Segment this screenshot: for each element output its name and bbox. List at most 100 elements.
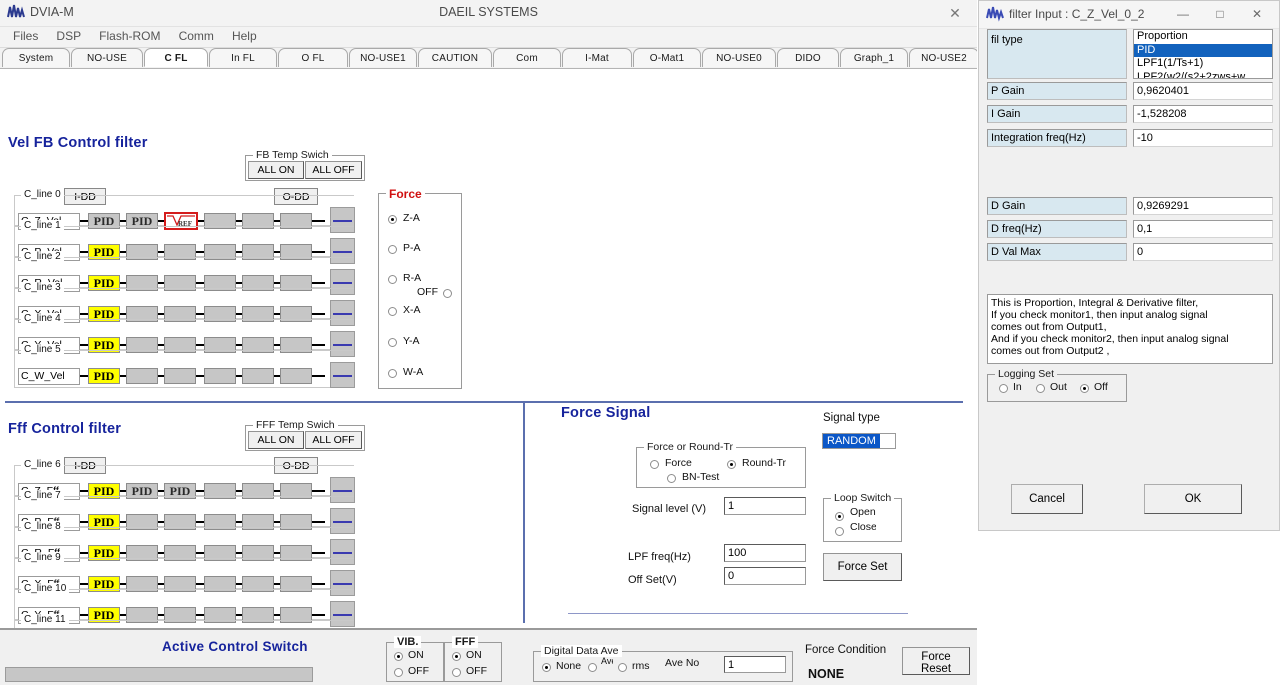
force-reset-button[interactable]: Force Reset <box>902 647 970 675</box>
fff-all-on-button[interactable]: ALL ON <box>248 431 304 449</box>
active-control-switch-bar <box>5 667 313 682</box>
logging-label-in: In <box>1013 381 1022 393</box>
dialog-title: filter Input : C_Z_Vel_0_2 <box>1009 7 1145 21</box>
force-radio-w-a[interactable] <box>388 369 397 378</box>
vel-row-5-name[interactable]: C_W_Vel <box>18 368 80 385</box>
filter-input-dialog: filter Input : C_Z_Vel_0_2 — □ ✕ fil typ… <box>978 0 1280 531</box>
dda-radio-rms[interactable] <box>618 663 627 672</box>
d-gain-input[interactable]: 0,9269291 <box>1133 197 1273 215</box>
mode-radio-round-tr[interactable] <box>727 460 736 469</box>
tab-dido[interactable]: DIDO <box>777 48 839 67</box>
logging-radio-out[interactable] <box>1036 384 1045 393</box>
vel-row-5-block-0[interactable]: PID <box>88 368 120 384</box>
ok-button[interactable]: OK <box>1144 484 1242 514</box>
d-freq-label: D freq(Hz) <box>987 220 1127 238</box>
vib-radio-off[interactable] <box>394 668 403 677</box>
tab-no-use0[interactable]: NO-USE0 <box>702 48 776 67</box>
i-gain-input[interactable]: -1,528208 <box>1133 105 1273 123</box>
signal-type-dropdown[interactable]: RANDOM <box>822 433 896 449</box>
dialog-close-icon[interactable]: ✕ <box>1239 4 1275 25</box>
fff-radio-on[interactable] <box>452 652 461 661</box>
tab-no-use2[interactable]: NO-USE2 <box>909 48 977 67</box>
d-freq-input[interactable]: 0,1 <box>1133 220 1273 238</box>
mode-radio-force[interactable] <box>650 460 659 469</box>
tab-strip: System NO-USE C FL In FL O FL NO-USE1 CA… <box>0 48 977 69</box>
loop-radio-open[interactable] <box>835 512 844 521</box>
vib-radio-on[interactable] <box>394 652 403 661</box>
fff-radio-off[interactable] <box>452 668 461 677</box>
menu-item-flash-rom[interactable]: Flash-ROM <box>92 27 168 45</box>
logging-radio-off[interactable] <box>1080 384 1089 393</box>
vel-fb-section-title: Vel FB Control filter <box>8 135 148 151</box>
fb-temp-switch-caption: FB Temp Swich <box>253 149 332 161</box>
fb-all-on-button[interactable]: ALL ON <box>248 161 304 179</box>
fff-line-11-caption: C_line 11 <box>21 614 69 625</box>
fff-temp-switch-group: FFF Temp Swich ALL ON ALL OFF <box>245 419 365 451</box>
mode-radio-bn-test[interactable] <box>667 474 676 483</box>
vel-row-5-block-2[interactable] <box>164 368 196 384</box>
force-or-round-tr-caption: Force or Round-Tr <box>644 441 736 453</box>
dda-label-ave: Ave <box>601 657 613 666</box>
vel-row-5-block-4[interactable] <box>242 368 274 384</box>
menu-item-dsp[interactable]: DSP <box>49 27 89 45</box>
tab-com[interactable]: Com <box>493 48 561 67</box>
vel-row-5-block-5[interactable] <box>280 368 312 384</box>
dialog-minimize-icon[interactable]: — <box>1165 4 1201 25</box>
fb-all-off-button[interactable]: ALL OFF <box>305 161 362 179</box>
vel-line-2-caption: C_line 2 <box>21 251 64 262</box>
menu-item-comm[interactable]: Comm <box>172 27 222 45</box>
vel-row-5-block-3[interactable] <box>204 368 236 384</box>
loop-radio-close[interactable] <box>835 527 844 536</box>
tab-o-fl[interactable]: O FL <box>278 48 348 67</box>
force-set-button[interactable]: Force Set <box>823 553 902 581</box>
dda-radio-none[interactable] <box>542 663 551 672</box>
tab-o-mat1[interactable]: O-Mat1 <box>633 48 701 67</box>
vib-label-off: OFF <box>408 665 429 677</box>
tab-no-use[interactable]: NO-USE <box>71 48 143 67</box>
fff-line-10-caption: C_line 10 <box>21 583 70 594</box>
fil-type-option-lpf2[interactable]: LPF2(w2/(s2+2zws+w <box>1134 71 1272 79</box>
force-radio-off[interactable] <box>443 289 452 298</box>
dialog-maximize-icon[interactable]: □ <box>1202 4 1238 25</box>
signal-level-input[interactable]: 1 <box>724 497 806 515</box>
tab-graph-1[interactable]: Graph_1 <box>840 48 908 67</box>
dda-radio-ave[interactable] <box>588 663 597 672</box>
tab-system[interactable]: System <box>2 48 70 67</box>
vel-row-5-output[interactable] <box>330 362 355 388</box>
fil-type-option-pid[interactable]: PID <box>1134 43 1272 57</box>
force-radio-p-a[interactable] <box>388 245 397 254</box>
close-icon[interactable]: ✕ <box>939 3 971 23</box>
integration-freq-input[interactable]: -10 <box>1133 129 1273 147</box>
force-radio-z-a[interactable] <box>388 215 397 224</box>
fil-type-option-proportion[interactable]: Proportion <box>1134 30 1272 44</box>
force-radio-y-a[interactable] <box>388 338 397 347</box>
fil-type-option-lpf1[interactable]: LPF1(1/Ts+1) <box>1134 57 1272 71</box>
tab-caution[interactable]: CAUTION <box>418 48 492 67</box>
signal-type-value: RANDOM <box>823 434 880 448</box>
loop-switch-group: Loop Switch Open Close <box>823 492 902 542</box>
tab-in-fl[interactable]: In FL <box>209 48 277 67</box>
digital-data-ave-group: Digital Data Ave None Ave rms Ave No 1 <box>533 645 793 682</box>
logging-radio-in[interactable] <box>999 384 1008 393</box>
title-bar: DVIA-M DAEIL SYSTEMS ✕ <box>0 0 977 27</box>
fff-all-off-button[interactable]: ALL OFF <box>305 431 362 449</box>
dda-label-none: None <box>556 660 582 672</box>
fil-type-listbox[interactable]: Proportion PID LPF1(1/Ts+1) LPF2(w2/(s2+… <box>1133 29 1273 79</box>
tab-i-mat[interactable]: I-Mat <box>562 48 632 67</box>
lpf-freq-label: LPF freq(Hz) <box>628 551 691 563</box>
lpf-freq-input[interactable]: 100 <box>724 544 806 562</box>
offset-input[interactable]: 0 <box>724 567 806 585</box>
ave-no-input[interactable]: 1 <box>724 656 786 673</box>
tab-no-use1[interactable]: NO-USE1 <box>349 48 417 67</box>
force-radio-r-a[interactable] <box>388 275 397 284</box>
force-radio-x-a[interactable] <box>388 307 397 316</box>
d-val-max-input[interactable]: 0 <box>1133 243 1273 261</box>
menu-item-help[interactable]: Help <box>225 27 265 45</box>
tab-c-fl[interactable]: C FL <box>144 48 208 67</box>
cancel-button[interactable]: Cancel <box>1011 484 1083 514</box>
vel-line-3-caption: C_line 3 <box>21 282 64 293</box>
vel-row-5-block-1[interactable] <box>126 368 158 384</box>
menu-item-files[interactable]: Files <box>6 27 46 45</box>
vertical-divider <box>523 401 525 623</box>
p-gain-input[interactable]: 0,9620401 <box>1133 82 1273 100</box>
